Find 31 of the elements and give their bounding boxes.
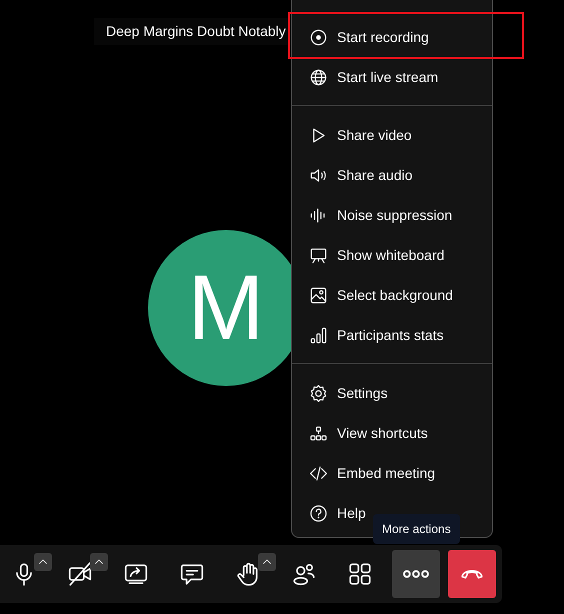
caret-button[interactable] bbox=[90, 553, 108, 571]
menu-item[interactable]: View shortcuts bbox=[292, 413, 434, 453]
record-icon bbox=[309, 28, 328, 46]
camera-off-icon bbox=[67, 561, 93, 587]
image-icon bbox=[309, 286, 328, 304]
menu-item[interactable]: Share audio bbox=[292, 155, 419, 195]
menu-item[interactable]: Start live stream bbox=[292, 57, 444, 97]
grid-icon bbox=[347, 561, 373, 587]
menu-item[interactable]: Settings bbox=[292, 373, 394, 413]
avatar-initial: M bbox=[188, 262, 264, 354]
help-icon bbox=[309, 504, 328, 522]
nodes-icon bbox=[309, 424, 328, 442]
participants-icon bbox=[291, 561, 317, 587]
caret-button[interactable] bbox=[258, 553, 276, 571]
menu-item[interactable]: Select background bbox=[292, 275, 459, 315]
menu-item[interactable]: Participants stats bbox=[292, 315, 450, 355]
code-icon bbox=[309, 464, 328, 482]
globe-icon bbox=[309, 68, 328, 86]
more-icon bbox=[403, 570, 429, 578]
more-button[interactable] bbox=[392, 550, 440, 598]
caret-button[interactable] bbox=[34, 553, 52, 571]
menu-item[interactable]: Share video bbox=[292, 115, 418, 155]
menu-item[interactable]: Help bbox=[292, 493, 372, 533]
menu-item[interactable]: Embed meeting bbox=[292, 453, 442, 493]
hang-up-button[interactable] bbox=[448, 550, 496, 598]
menu-item[interactable]: Show whiteboard bbox=[292, 235, 450, 275]
menu-item[interactable]: Noise suppression bbox=[292, 195, 458, 235]
tooltip: More actions bbox=[373, 514, 460, 544]
bar-chart-icon bbox=[309, 326, 328, 344]
settings-icon bbox=[309, 384, 328, 402]
easel-icon bbox=[309, 246, 328, 264]
